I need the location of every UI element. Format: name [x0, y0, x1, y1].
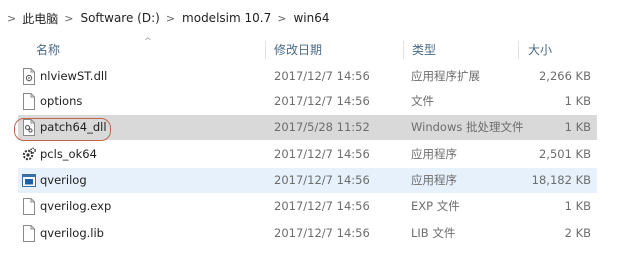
- file-type: EXP 文件: [411, 199, 460, 213]
- file-size: 2 KB: [564, 226, 591, 240]
- file-date: 2017/12/7 14:56: [274, 199, 370, 213]
- column-name[interactable]: 名称: [36, 37, 60, 61]
- file-name: patch64_dll: [40, 120, 107, 134]
- file-name: options: [40, 94, 83, 108]
- file-type: 应用程序: [411, 173, 457, 187]
- file-name: nlviewST.dll: [40, 69, 108, 83]
- column-size[interactable]: 大小: [528, 37, 552, 61]
- file-date: 2017/5/28 11:52: [274, 120, 370, 134]
- file-name: pcls_ok64: [40, 147, 97, 161]
- chevron-right-icon[interactable]: >: [166, 12, 175, 25]
- file-row[interactable]: patch64_dll 2017/5/28 11:52 Windows 批处理文件 1…: [18, 115, 597, 140]
- file-size: 1 KB: [564, 120, 591, 134]
- batch-file-icon: [22, 119, 36, 136]
- breadcrumb-this-pc[interactable]: 此电脑: [22, 10, 58, 27]
- app-gear-icon: [22, 146, 36, 163]
- breadcrumb: > 此电脑 > Software (D:) > modelsim 10.7 > …: [0, 0, 631, 36]
- file-date: 2017/12/7 14:56: [274, 147, 370, 161]
- column-divider[interactable]: [403, 41, 404, 59]
- dll-file-icon: [22, 68, 36, 85]
- file-name: qverilog.lib: [40, 226, 104, 240]
- breadcrumb-modelsim[interactable]: modelsim 10.7: [182, 11, 271, 25]
- file-type: 应用程序扩展: [411, 69, 480, 83]
- file-name: qverilog: [40, 173, 87, 187]
- app-window-icon: [22, 172, 36, 189]
- breadcrumb-software-drive[interactable]: Software (D:): [80, 11, 159, 25]
- sort-ascending-icon: ^: [144, 37, 152, 47]
- blank-file-icon: [22, 198, 36, 215]
- file-type: Windows 批处理文件: [411, 120, 524, 134]
- file-row[interactable]: options 2017/12/7 14:56 文件 1 KB: [18, 89, 597, 114]
- file-date: 2017/12/7 14:56: [274, 94, 370, 108]
- column-divider[interactable]: [518, 41, 519, 59]
- file-row[interactable]: qverilog 2017/12/7 14:56 应用程序 18,182 KB: [18, 168, 597, 193]
- file-size: 2,501 KB: [538, 147, 591, 161]
- file-date: 2017/12/7 14:56: [274, 173, 370, 187]
- file-row[interactable]: qverilog.lib 2017/12/7 14:56 LIB 文件 2 KB: [18, 221, 597, 246]
- file-size: 2,266 KB: [538, 69, 591, 83]
- breadcrumb-win64[interactable]: win64: [293, 11, 329, 25]
- file-explorer: > 此电脑 > Software (D:) > modelsim 10.7 > …: [0, 0, 631, 262]
- file-type: 文件: [411, 94, 434, 108]
- file-date: 2017/12/7 14:56: [274, 69, 370, 83]
- chevron-right-icon[interactable]: >: [64, 12, 73, 25]
- file-row[interactable]: nlviewST.dll 2017/12/7 14:56 应用程序扩展 2,266 K…: [18, 64, 597, 89]
- file-type: LIB 文件: [411, 226, 456, 240]
- file-name: qverilog.exp: [40, 199, 112, 213]
- file-size: 18,182 KB: [531, 173, 591, 187]
- file-date: 2017/12/7 14:56: [274, 226, 370, 240]
- column-header: ^ 名称 修改日期 类型 大小: [0, 37, 631, 61]
- chevron-right-icon[interactable]: >: [7, 12, 16, 25]
- file-row[interactable]: qverilog.exp 2017/12/7 14:56 EXP 文件 1 KB: [18, 194, 597, 219]
- blank-file-icon: [22, 93, 36, 110]
- column-type[interactable]: 类型: [412, 37, 436, 61]
- file-row[interactable]: pcls_ok64 2017/12/7 14:56 应用程序 2,501 KB: [18, 142, 597, 167]
- blank-file-icon: [22, 225, 36, 242]
- file-size: 1 KB: [564, 199, 591, 213]
- file-type: 应用程序: [411, 147, 457, 161]
- file-size: 1 KB: [564, 94, 591, 108]
- chevron-right-icon[interactable]: >: [277, 12, 286, 25]
- column-date[interactable]: 修改日期: [274, 37, 322, 61]
- column-divider[interactable]: [265, 41, 266, 59]
